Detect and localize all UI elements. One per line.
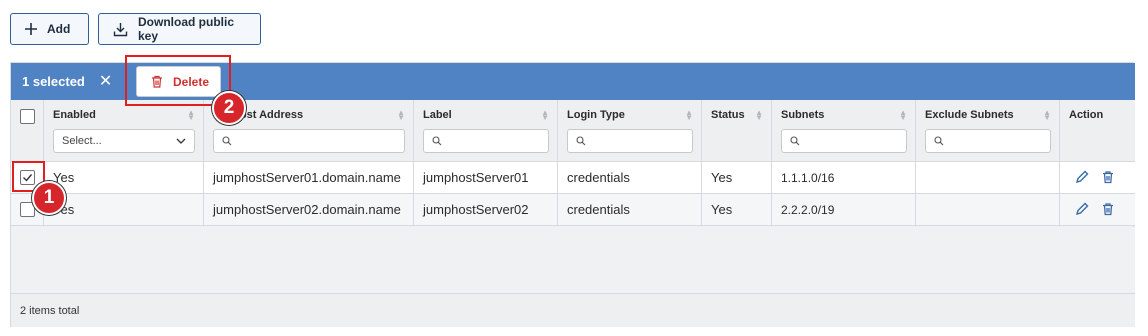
search-icon <box>576 136 586 146</box>
trash-icon[interactable] <box>1102 202 1114 216</box>
column-subnets-title: Subnets <box>781 109 825 121</box>
column-subnets[interactable]: Subnets ▲ ▼ <box>771 100 915 162</box>
column-exclude-subnets-title: Exclude Subnets <box>925 109 1014 121</box>
cell-login-type: credentials <box>557 162 701 193</box>
step-badge-2: 2 <box>212 91 246 125</box>
sort-icon[interactable]: ▲ ▼ <box>541 109 549 122</box>
enabled-filter-value: Select... <box>62 135 102 147</box>
search-icon <box>222 136 232 146</box>
download-icon <box>113 22 128 36</box>
column-login-type-title: Login Type <box>567 109 625 121</box>
step-badge-1: 1 <box>32 181 66 215</box>
table-row[interactable]: Yes jumphostServer01.domain.name jumphos… <box>11 162 1135 194</box>
sort-icon[interactable]: ▲ ▼ <box>685 109 693 122</box>
clear-selection-icon[interactable]: ✕ <box>99 73 112 90</box>
table-header: Enabled ▲ ▼ Select... Host Address ▲ ▼ Lab… <box>11 100 1135 162</box>
column-label-title: Label <box>423 109 452 121</box>
grid-footer: 2 items total <box>11 293 1135 327</box>
column-enabled-title: Enabled <box>53 109 96 121</box>
column-exclude-subnets[interactable]: Exclude Subnets ▲ ▼ <box>915 100 1059 162</box>
items-total: 2 items total <box>20 304 80 317</box>
login-type-filter-input[interactable] <box>567 129 693 153</box>
column-login-type[interactable]: Login Type ▲ ▼ <box>557 100 701 162</box>
cell-status: Yes <box>701 194 771 225</box>
add-button[interactable]: Add <box>10 13 89 45</box>
host-filter-input[interactable] <box>213 129 405 153</box>
search-icon <box>432 136 442 146</box>
subnets-filter-input[interactable] <box>781 129 907 153</box>
selected-count: 1 selected <box>22 74 85 89</box>
download-button-label: Download public key <box>138 15 234 43</box>
column-enabled[interactable]: Enabled ▲ ▼ Select... <box>43 100 203 162</box>
cell-subnets: 1.1.1.0/16 <box>771 162 915 193</box>
cell-host-address: jumphostServer01.domain.name <box>203 162 413 193</box>
edit-icon[interactable] <box>1075 202 1089 216</box>
cell-label: jumphostServer01 <box>413 162 557 193</box>
delete-button-label: Delete <box>173 74 210 89</box>
cell-actions <box>1059 162 1135 193</box>
chevron-down-icon <box>176 138 186 144</box>
sort-icon[interactable]: ▲ ▼ <box>899 109 907 122</box>
add-button-label: Add <box>47 22 71 36</box>
plus-icon <box>25 23 37 35</box>
column-status-title: Status <box>711 109 745 121</box>
checkmark-icon <box>23 174 33 182</box>
label-filter-input[interactable] <box>423 129 549 153</box>
select-all-column <box>11 100 43 162</box>
cell-exclude-subnets <box>915 194 1059 225</box>
column-label[interactable]: Label ▲ ▼ <box>413 100 557 162</box>
cell-label: jumphostServer02 <box>413 194 557 225</box>
selection-bar: 1 selected ✕ Delete <box>11 63 1135 100</box>
toolbar: Add Download public key <box>10 13 261 45</box>
column-action: Action <box>1059 100 1135 162</box>
delete-button[interactable]: Delete <box>136 66 221 97</box>
sort-icon[interactable]: ▲ ▼ <box>755 109 763 122</box>
exclude-subnets-filter-input[interactable] <box>925 129 1051 153</box>
row-checkbox-checked[interactable] <box>20 170 35 185</box>
cell-status: Yes <box>701 162 771 193</box>
edit-icon[interactable] <box>1075 170 1089 184</box>
cell-enabled: Yes <box>43 194 203 225</box>
trash-icon <box>152 75 162 88</box>
cell-enabled: Yes <box>43 162 203 193</box>
sort-icon[interactable]: ▲ ▼ <box>397 109 405 122</box>
search-icon <box>790 136 800 146</box>
cell-login-type: credentials <box>557 194 701 225</box>
column-action-title: Action <box>1069 109 1104 121</box>
sort-icon[interactable]: ▲ ▼ <box>1043 109 1051 122</box>
jumphost-grid: 1 selected ✕ Delete Enabled ▲ ▼ Select...… <box>10 55 1135 327</box>
sort-icon[interactable]: ▲ ▼ <box>187 109 195 122</box>
cell-exclude-subnets <box>915 162 1059 193</box>
cell-subnets: 2.2.2.0/19 <box>771 194 915 225</box>
enabled-filter-select[interactable]: Select... <box>53 129 195 153</box>
column-status[interactable]: Status ▲ ▼ <box>701 100 771 162</box>
search-icon <box>934 136 944 146</box>
cell-host-address: jumphostServer02.domain.name <box>203 194 413 225</box>
cell-actions <box>1059 194 1135 225</box>
empty-grid-area <box>11 227 1135 293</box>
table-row[interactable]: Yes jumphostServer02.domain.name jumphos… <box>11 194 1135 226</box>
download-public-key-button[interactable]: Download public key <box>98 13 261 45</box>
select-all-checkbox[interactable] <box>20 109 35 124</box>
trash-icon[interactable] <box>1102 170 1114 184</box>
